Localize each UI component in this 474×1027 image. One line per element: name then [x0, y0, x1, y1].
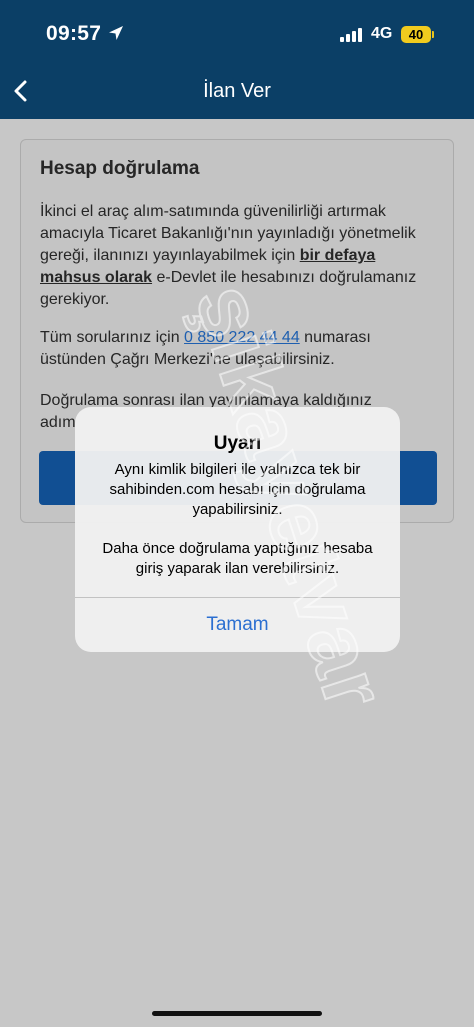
status-time: 09:57 [46, 22, 102, 45]
location-arrow-icon [109, 26, 123, 40]
after-verification-line2: adım [40, 414, 76, 431]
status-bar: 09:57 4G 40 [0, 0, 474, 62]
nav-bar: İlan Ver [0, 62, 474, 119]
cellular-signal-icon [340, 28, 362, 42]
battery-icon: 40 [401, 26, 431, 43]
page-title: İlan Ver [203, 80, 271, 102]
card-title: Hesap doğrulama [40, 158, 200, 179]
home-indicator[interactable] [152, 1011, 322, 1016]
network-type: 4G [371, 25, 393, 42]
support-text: Tüm sorularınız için [40, 329, 185, 346]
battery-cap [432, 31, 434, 38]
